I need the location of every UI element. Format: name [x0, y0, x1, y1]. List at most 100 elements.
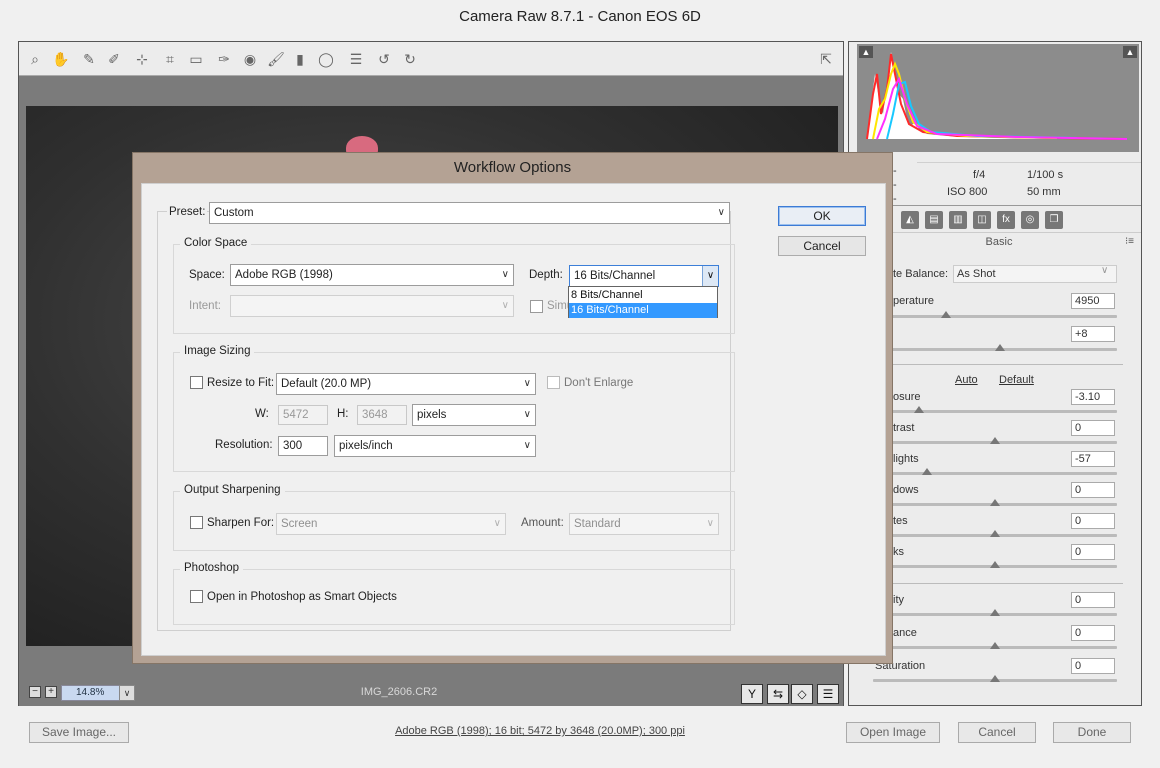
- open-image-button[interactable]: Open Image: [846, 722, 940, 743]
- tab-presets-icon[interactable]: ❐: [1045, 211, 1063, 229]
- tint-value[interactable]: +8: [1071, 326, 1115, 342]
- crop-tool-icon[interactable]: ⌗: [161, 50, 179, 68]
- clarity-value[interactable]: 0: [1071, 592, 1115, 608]
- sharpen-for-value: Screen: [281, 518, 318, 530]
- depth-option-16bit[interactable]: 16 Bits/Channel: [569, 303, 717, 318]
- contrast-slider-thumb[interactable]: [990, 437, 1000, 444]
- zoom-dropdown-icon[interactable]: ∨: [119, 685, 135, 701]
- highlights-label: lights: [893, 453, 919, 465]
- whites-slider-thumb[interactable]: [990, 530, 1000, 537]
- swap-settings-icon[interactable]: ⇆: [767, 684, 789, 704]
- preset-select[interactable]: Custom ∨: [209, 202, 730, 224]
- temperature-slider-thumb[interactable]: [941, 311, 952, 318]
- ok-button[interactable]: OK: [778, 206, 866, 226]
- blacks-value[interactable]: 0: [1071, 544, 1115, 560]
- adjustment-brush-icon[interactable]: 🖌: [267, 50, 285, 68]
- save-image-button[interactable]: Save Image...: [29, 722, 129, 743]
- before-after-icon[interactable]: Y: [741, 684, 763, 704]
- zoom-out-button[interactable]: −: [29, 686, 41, 698]
- width-label: W:: [255, 408, 269, 420]
- red-eye-removal-icon[interactable]: ◉: [241, 50, 259, 68]
- resolution-field[interactable]: 300: [278, 436, 328, 456]
- tab-hsl-icon[interactable]: ▥: [949, 211, 967, 229]
- auto-link[interactable]: Auto: [955, 374, 978, 386]
- toggle-settings-icon[interactable]: ☰: [817, 684, 839, 704]
- dont-enlarge-checkbox[interactable]: [547, 376, 560, 389]
- sharpen-for-select[interactable]: Screen ∨: [276, 513, 506, 535]
- dialog-cancel-button[interactable]: Cancel: [778, 236, 866, 256]
- tab-camera-calibration-icon[interactable]: ◎: [1021, 211, 1039, 229]
- highlights-value[interactable]: -57: [1071, 451, 1115, 467]
- rotate-left-icon[interactable]: ↺: [375, 50, 393, 68]
- simulate-paper-checkbox[interactable]: [530, 300, 543, 313]
- height-field[interactable]: 3648: [357, 405, 407, 425]
- hand-tool-icon[interactable]: ✋: [52, 50, 70, 68]
- shadow-clipping-icon[interactable]: ▲: [859, 46, 873, 58]
- radial-filter-icon[interactable]: ◯: [317, 50, 335, 68]
- saturation-slider-thumb[interactable]: [990, 675, 1000, 682]
- saturation-value[interactable]: 0: [1071, 658, 1115, 674]
- zoom-in-button[interactable]: +: [45, 686, 57, 698]
- chevron-down-icon: ∨: [501, 269, 509, 280]
- width-field[interactable]: 5472: [278, 405, 328, 425]
- resize-to-fit-select[interactable]: Default (20.0 MP) ∨: [276, 373, 536, 395]
- chevron-down-icon[interactable]: ∨: [702, 266, 718, 286]
- dont-enlarge-label: Don't Enlarge: [564, 377, 634, 389]
- intent-label: Intent:: [189, 300, 221, 312]
- depth-option-8bit[interactable]: 8 Bits/Channel: [569, 288, 717, 303]
- done-button[interactable]: Done: [1053, 722, 1131, 743]
- white-balance-tool-icon[interactable]: ✎: [80, 50, 98, 68]
- spot-removal-tool-icon[interactable]: ✑: [215, 50, 233, 68]
- highlight-clipping-icon[interactable]: ▲: [1123, 46, 1137, 58]
- straighten-tool-icon[interactable]: ▭: [187, 50, 205, 68]
- tab-effects-icon[interactable]: fx: [997, 211, 1015, 229]
- white-balance-select[interactable]: As Shot: [953, 265, 1117, 283]
- shadows-value[interactable]: 0: [1071, 482, 1115, 498]
- exposure-value[interactable]: -3.10: [1071, 389, 1115, 405]
- sharpen-for-checkbox[interactable]: [190, 516, 203, 529]
- contrast-value[interactable]: 0: [1071, 420, 1115, 436]
- highlights-slider-thumb[interactable]: [921, 468, 932, 475]
- space-select[interactable]: Adobe RGB (1998) ∨: [230, 264, 514, 286]
- amount-select[interactable]: Standard ∨: [569, 513, 719, 535]
- tab-detail-icon[interactable]: ▤: [925, 211, 943, 229]
- exposure-slider-thumb[interactable]: [914, 406, 925, 413]
- graduated-filter-icon[interactable]: ▮: [291, 50, 309, 68]
- resize-to-fit-checkbox[interactable]: [190, 376, 203, 389]
- zoom-level-field[interactable]: 14.8%: [61, 685, 121, 701]
- highlights-slider[interactable]: [873, 472, 1117, 475]
- zoom-tool-icon[interactable]: ⌕: [26, 50, 44, 68]
- output-sharpening-title: Output Sharpening: [180, 484, 285, 496]
- size-unit-select[interactable]: pixels ∨: [412, 404, 536, 426]
- depth-select[interactable]: 16 Bits/Channel ∨: [569, 265, 719, 287]
- shutter-value: 1/100 s: [1027, 169, 1064, 181]
- temperature-value[interactable]: 4950: [1071, 293, 1115, 309]
- color-space-title: Color Space: [180, 237, 252, 249]
- targeted-adjustment-tool-icon[interactable]: ⊹: [133, 50, 151, 68]
- whites-value[interactable]: 0: [1071, 513, 1115, 529]
- tab-tone-curve-icon[interactable]: ◭: [901, 211, 919, 229]
- clarity-slider-thumb[interactable]: [990, 609, 1000, 616]
- resolution-unit-select[interactable]: pixels/inch ∨: [334, 435, 536, 457]
- exposure-slider[interactable]: [873, 410, 1117, 413]
- workflow-options-link[interactable]: Adobe RGB (1998); 16 bit; 5472 by 3648 (…: [340, 725, 740, 737]
- dialog-body: Preset: Custom ∨ OK Cancel Color Space S…: [141, 183, 886, 656]
- blacks-slider-thumb[interactable]: [990, 561, 1000, 568]
- copy-settings-icon[interactable]: ◇: [791, 684, 813, 704]
- tab-split-toning-icon[interactable]: ◫: [973, 211, 991, 229]
- panel-menu-icon[interactable]: ⁝≡: [1125, 236, 1134, 247]
- vibrance-slider-thumb[interactable]: [990, 642, 1000, 649]
- smart-objects-checkbox[interactable]: [190, 590, 203, 603]
- fullscreen-icon[interactable]: ⇱: [817, 50, 835, 68]
- color-sampler-tool-icon[interactable]: ✐: [105, 50, 123, 68]
- default-link[interactable]: Default: [999, 374, 1034, 386]
- intent-select[interactable]: ∨: [230, 295, 514, 317]
- preferences-icon[interactable]: ☰: [347, 50, 365, 68]
- vibrance-value[interactable]: 0: [1071, 625, 1115, 641]
- rotate-right-icon[interactable]: ↻: [401, 50, 419, 68]
- tint-slider-thumb[interactable]: [994, 344, 1005, 351]
- temperature-slider[interactable]: [873, 315, 1117, 318]
- shadows-slider-thumb[interactable]: [990, 499, 1000, 506]
- cancel-button[interactable]: Cancel: [958, 722, 1036, 743]
- filename-label: IMG_2606.CR2: [360, 686, 438, 698]
